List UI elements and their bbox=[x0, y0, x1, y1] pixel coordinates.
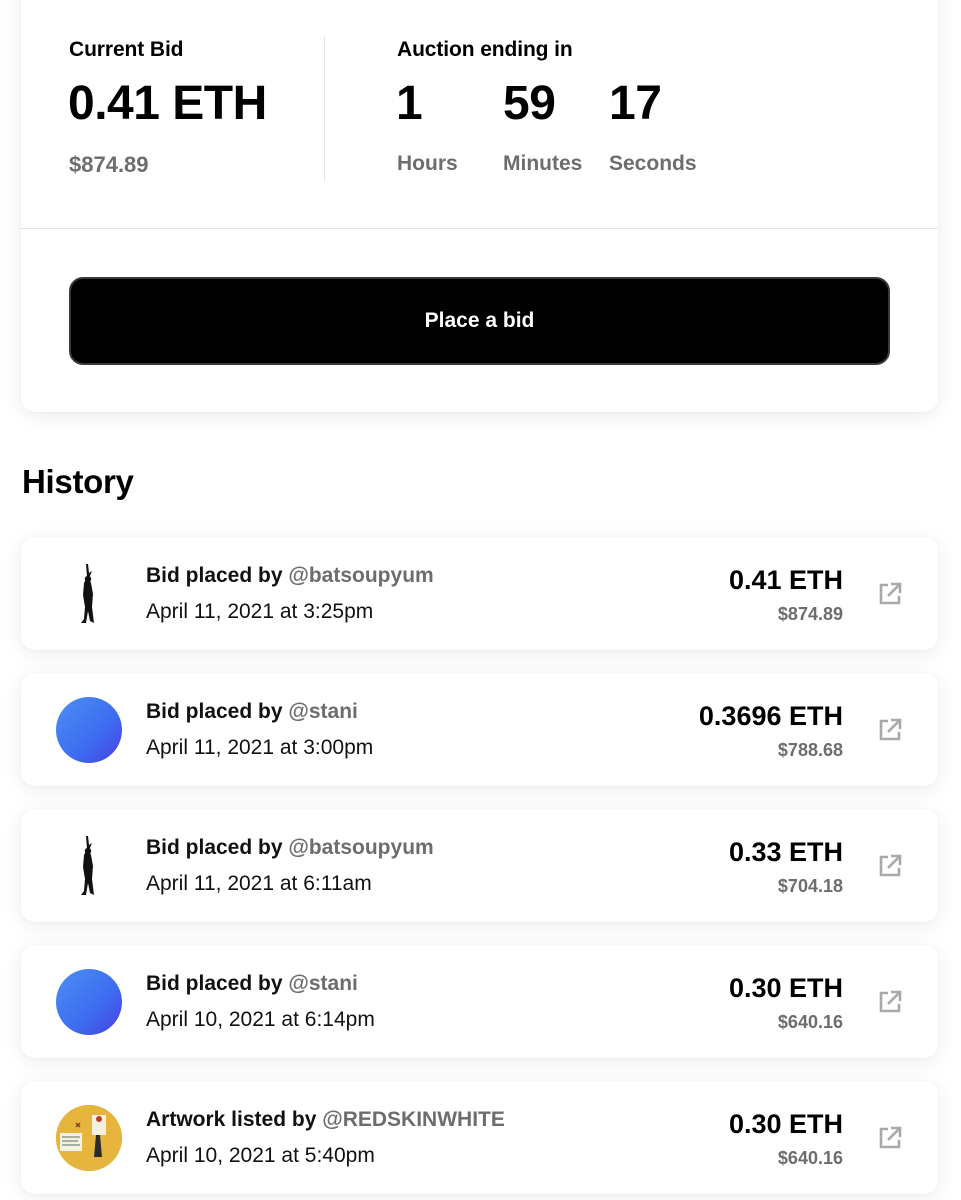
history-action-text: Bid placed by bbox=[146, 972, 283, 995]
place-bid-button[interactable]: Place a bid bbox=[69, 277, 890, 365]
history-action-text: Artwork listed by bbox=[146, 1108, 317, 1131]
history-user-link[interactable]: @stani bbox=[288, 972, 358, 995]
history-user-link[interactable]: @REDSKINWHITE bbox=[322, 1108, 505, 1131]
current-bid-label: Current Bid bbox=[69, 38, 184, 61]
history-action-text: Bid placed by bbox=[146, 564, 283, 587]
history-usd-amount: $874.89 bbox=[777, 604, 843, 624]
history-usd-amount: $640.16 bbox=[777, 1012, 843, 1032]
countdown-hours: 1 bbox=[396, 77, 423, 130]
current-bid-usd: $874.89 bbox=[69, 152, 149, 177]
countdown-minutes-label: Minutes bbox=[503, 152, 583, 175]
auction-ending-label: Auction ending in bbox=[397, 38, 573, 61]
countdown-seconds: 17 bbox=[609, 77, 662, 130]
history-user-link[interactable]: @batsoupyum bbox=[288, 564, 433, 587]
external-link-icon[interactable] bbox=[877, 1125, 903, 1151]
history-user-link[interactable]: @stani bbox=[288, 700, 358, 723]
history-row: Bid placed by @batsoupyum April 11, 2021… bbox=[21, 537, 938, 650]
avatar[interactable] bbox=[56, 561, 122, 627]
history-date: April 11, 2021 at 3:25pm bbox=[146, 600, 374, 623]
history-title: History bbox=[22, 463, 134, 500]
history-eth-amount: 0.41 ETH bbox=[728, 565, 843, 595]
history-date: April 10, 2021 at 5:40pm bbox=[146, 1144, 375, 1167]
history-usd-amount: $640.16 bbox=[777, 1148, 843, 1168]
external-link-icon[interactable] bbox=[877, 989, 903, 1015]
countdown-hours-label: Hours bbox=[397, 152, 458, 175]
history-date: April 11, 2021 at 6:11am bbox=[146, 872, 372, 895]
history-row: Bid placed by @stani April 10, 2021 at 6… bbox=[21, 945, 938, 1058]
avatar[interactable] bbox=[56, 969, 122, 1035]
history-row: Bid placed by @stani April 11, 2021 at 3… bbox=[21, 673, 938, 786]
avatar[interactable] bbox=[56, 833, 122, 899]
history-action: Bid placed by @stani bbox=[146, 972, 358, 996]
countdown-seconds-label: Seconds bbox=[609, 152, 697, 175]
avatar[interactable] bbox=[56, 1105, 122, 1171]
history-action-text: Bid placed by bbox=[146, 700, 283, 723]
history-eth-amount: 0.33 ETH bbox=[728, 837, 843, 867]
history-eth-amount: 0.30 ETH bbox=[728, 973, 843, 1003]
history-action: Bid placed by @batsoupyum bbox=[146, 564, 434, 588]
external-link-icon[interactable] bbox=[877, 581, 903, 607]
vertical-divider bbox=[324, 36, 325, 181]
countdown-minutes: 59 bbox=[503, 77, 556, 130]
external-link-icon[interactable] bbox=[877, 853, 903, 879]
history-date: April 11, 2021 at 3:00pm bbox=[146, 736, 374, 759]
history-action-text: Bid placed by bbox=[146, 836, 283, 859]
history-row: Artwork listed by @REDSKINWHITE April 10… bbox=[21, 1081, 938, 1194]
history-usd-amount: $788.68 bbox=[777, 740, 843, 760]
history-action: Bid placed by @stani bbox=[146, 700, 358, 724]
history-eth-amount: 0.30 ETH bbox=[728, 1109, 843, 1139]
horizontal-divider bbox=[21, 228, 938, 229]
auction-card: Current Bid 0.41 ETH $874.89 Auction end… bbox=[21, 0, 938, 412]
history-usd-amount: $704.18 bbox=[777, 876, 843, 896]
history-row: Bid placed by @batsoupyum April 11, 2021… bbox=[21, 809, 938, 922]
history-user-link[interactable]: @batsoupyum bbox=[288, 836, 433, 859]
history-action: Artwork listed by @REDSKINWHITE bbox=[146, 1108, 505, 1132]
history-action: Bid placed by @batsoupyum bbox=[146, 836, 434, 860]
history-date: April 10, 2021 at 6:14pm bbox=[146, 1008, 375, 1031]
history-eth-amount: 0.3696 ETH bbox=[698, 701, 843, 731]
external-link-icon[interactable] bbox=[877, 717, 903, 743]
current-bid-eth: 0.41 ETH bbox=[68, 77, 267, 130]
avatar[interactable] bbox=[56, 697, 122, 763]
